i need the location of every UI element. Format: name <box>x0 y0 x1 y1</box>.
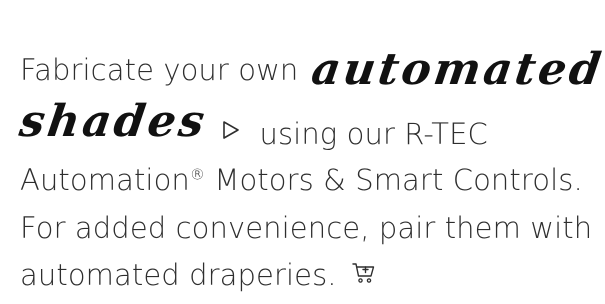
promo-line-3-text-b: Motors & Smart Controls. <box>205 163 583 197</box>
script-word-shades: shades <box>16 96 211 147</box>
promo-line-4-text: For added convenience, pair them with <box>20 211 593 245</box>
promo-line-5-text: automated draperies. <box>20 258 337 292</box>
registered-mark: ® <box>189 165 206 184</box>
promo-text-block: Fabricate your own automated shades usin… <box>16 0 605 304</box>
shopping-cart-add-icon[interactable] <box>352 257 376 291</box>
promo-line-5: automated draperies. <box>20 258 376 294</box>
promo-line-4: For added convenience, pair them with <box>20 211 592 245</box>
promo-line-1: Fabricate your own automated <box>20 40 605 95</box>
promo-line-2: shades using our R-TEC <box>16 96 488 155</box>
promo-line-3: Automation® Motors & Smart Controls. <box>20 163 583 197</box>
promo-line-2-text: using our R-TEC <box>259 117 488 151</box>
play-icon[interactable] <box>222 113 240 147</box>
promo-line-3-text-a: Automation <box>20 163 190 197</box>
promo-line-1-text: Fabricate your own <box>20 53 299 87</box>
script-word-automated: automated <box>308 44 605 95</box>
